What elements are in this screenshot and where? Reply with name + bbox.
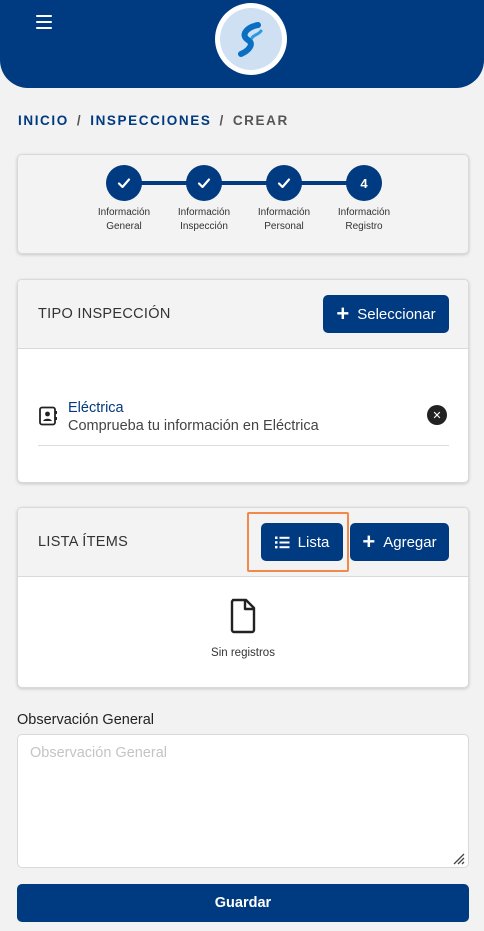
observacion-label: Observación General [17, 712, 155, 728]
plus-icon: + [336, 301, 350, 326]
step-label: Personal [264, 221, 304, 232]
breadcrumb-separator: / [76, 113, 83, 128]
seleccionar-button[interactable]: + Seleccionar [323, 295, 449, 333]
step-label: Información [97, 207, 151, 218]
hamburger-menu-icon[interactable] [36, 14, 52, 30]
step-label: Información [257, 207, 311, 218]
list-icon [274, 536, 290, 548]
tipo-item-description: Comprueba tu información en Eléctrica [68, 418, 319, 434]
breadcrumb-inicio[interactable]: INICIO [18, 113, 69, 128]
button-label: Seleccionar [357, 305, 436, 323]
step-informacion-inspeccion[interactable]: Información Inspección [164, 165, 244, 234]
step-label: Registro [345, 221, 383, 232]
close-icon[interactable]: ✕ [427, 405, 447, 425]
contact-book-icon [39, 406, 57, 426]
step-number: 4 [346, 165, 382, 201]
document-icon [230, 598, 256, 634]
list-item: Eléctrica Comprueba tu información en El… [38, 398, 449, 446]
lista-button[interactable]: Lista [261, 523, 343, 561]
section-title: LISTA ÍTEMS [38, 534, 129, 550]
progress-stepper: Información General Información Inspección… [17, 154, 469, 254]
step-label: Información [337, 207, 391, 218]
plus-icon: + [362, 529, 376, 554]
step-label: Información [177, 207, 231, 218]
agregar-button[interactable]: + Agregar [350, 523, 449, 561]
step-informacion-personal[interactable]: Información Personal [244, 165, 324, 234]
observacion-textarea[interactable] [17, 734, 469, 868]
top-app-bar [0, 0, 484, 88]
empty-state: Sin registros [18, 598, 468, 659]
tipo-inspeccion-card: TIPO INSPECCIÓN + Seleccionar Eléctrica … [17, 279, 469, 483]
button-label: Lista [297, 533, 330, 551]
tipo-inspeccion-header: TIPO INSPECCIÓN + Seleccionar [18, 280, 468, 349]
check-icon [186, 165, 222, 201]
breadcrumb-inspecciones[interactable]: INSPECCIONES [90, 113, 211, 128]
button-label: Agregar [383, 533, 437, 551]
section-title: TIPO INSPECCIÓN [38, 306, 171, 322]
lista-items-header: LISTA ÍTEMS Lista + Agregar [18, 508, 468, 577]
step-label: Inspección [180, 221, 228, 232]
step-informacion-general[interactable]: Información General [84, 165, 164, 234]
breadcrumb-separator: / [219, 113, 225, 128]
check-icon [266, 165, 302, 201]
brand-logo-icon [215, 3, 287, 75]
step-informacion-registro[interactable]: 4 Información Registro [324, 165, 404, 234]
breadcrumb: INICIO / INSPECCIONES / CREAR [18, 113, 289, 128]
empty-state-text: Sin registros [211, 647, 275, 659]
breadcrumb-crear: CREAR [232, 113, 289, 128]
step-label: General [106, 221, 142, 232]
resize-handle-icon[interactable] [451, 851, 465, 865]
lista-items-card: LISTA ÍTEMS Lista + Agregar Sin registro… [17, 507, 469, 688]
guardar-button[interactable]: Guardar [17, 884, 469, 922]
check-icon [106, 165, 142, 201]
tipo-item-title[interactable]: Eléctrica [68, 400, 124, 416]
